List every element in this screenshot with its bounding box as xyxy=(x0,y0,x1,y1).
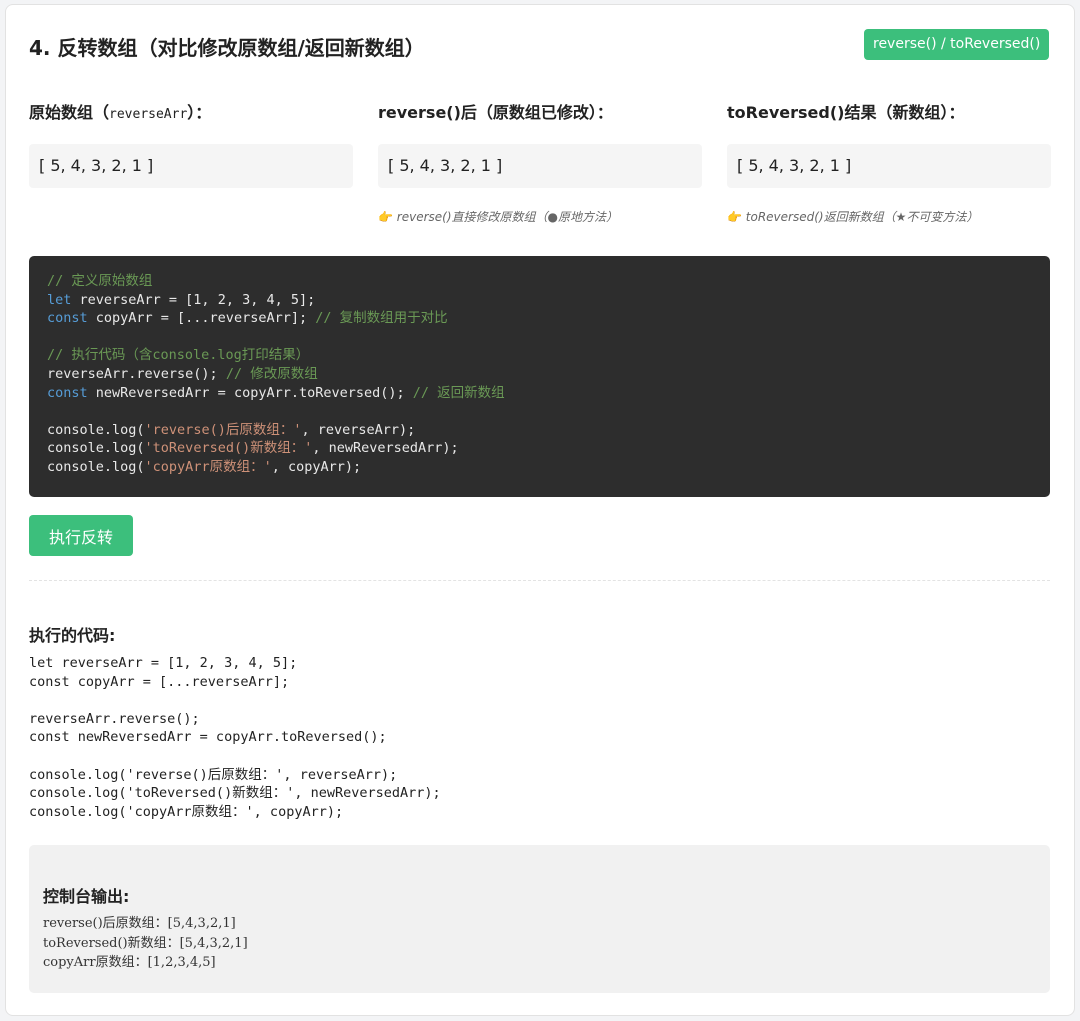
toreversed-result-label: toReversed()结果（新数组）： xyxy=(727,103,965,122)
code-line: reverseArr.reverse(); // 修改原数组 xyxy=(47,365,318,382)
console-line: reverse()后原数组：[5,4,3,2,1] xyxy=(43,916,236,931)
code-editor[interactable]: // 定义原始数组 let reverseArr = [1, 2, 3, 4, 5… xyxy=(29,256,1050,497)
console-output-panel: 控制台输出: reverse()后原数组：[5,4,3,2,1] toRevers… xyxy=(29,845,1050,993)
executed-code-line: const newReversedArr = copyArr.toReverse… xyxy=(29,729,387,746)
toreversed-result-column: toReversed()结果（新数组）： [ 5, 4, 3, 2, 1 ] 👉… xyxy=(727,99,1051,225)
executed-code-line: let reverseArr = [1, 2, 3, 4, 5]; xyxy=(29,655,298,671)
method-badge: reverse() / toReversed() xyxy=(864,29,1050,60)
reverse-result-value: [ 5, 4, 3, 2, 1 ] xyxy=(378,144,702,188)
reverse-note: 👉 reverse()直接修改原数组（●原地方法） xyxy=(378,210,618,224)
original-array-column: 原始数组（reverseArr）： [ 5, 4, 3, 2, 1 ] xyxy=(29,99,353,188)
console-line: copyArr原数组：[1,2,3,4,5] xyxy=(43,955,216,970)
console-line: toReversed()新数组：[5,4,3,2,1] xyxy=(43,935,248,951)
reverse-demo-card: 4. 反转数组（对比修改原数组/返回新数组） reverse() / toRev… xyxy=(5,4,1075,1016)
original-array-label: 原始数组（reverseArr）： xyxy=(29,103,212,122)
code-line: const copyArr = [...reverseArr]; // 复制数组… xyxy=(47,310,448,327)
code-line: console.log('copyArr原数组：', copyArr); xyxy=(47,458,362,475)
executed-code-block: let reverseArr = [1, 2, 3, 4, 5]; const c… xyxy=(29,654,441,821)
executed-code-line: console.log('toReversed()新数组：', newRever… xyxy=(29,785,441,802)
executed-code-line: console.log('copyArr原数组：', copyArr); xyxy=(29,803,344,820)
pointing-hand-icon: 👉 xyxy=(378,210,393,224)
executed-code-line: const copyArr = [...reverseArr]; xyxy=(29,673,290,690)
executed-code-line: reverseArr.reverse(); xyxy=(29,710,200,727)
toreversed-note: 👉 toReversed()返回新数组（★不可变方法） xyxy=(727,210,979,224)
reverse-result-column: reverse()后（原数组已修改）： [ 5, 4, 3, 2, 1 ] 👉 … xyxy=(378,99,702,225)
toreversed-result-value: [ 5, 4, 3, 2, 1 ] xyxy=(727,144,1051,188)
executed-code-line: console.log('reverse()后原数组：', reverseArr… xyxy=(29,766,398,783)
code-line: const newReversedArr = copyArr.toReverse… xyxy=(47,384,505,401)
console-output-lines: reverse()后原数组：[5,4,3,2,1] toReversed()新数组… xyxy=(43,914,248,973)
code-line: console.log('toReversed()新数组：', newRever… xyxy=(47,440,459,457)
section-divider xyxy=(29,580,1050,581)
section-title: 4. 反转数组（对比修改原数组/返回新数组） xyxy=(29,36,425,60)
console-output-title: 控制台输出: xyxy=(43,887,130,906)
code-line: // 定义原始数组 xyxy=(47,273,153,289)
pointing-hand-icon: 👉 xyxy=(727,210,742,224)
run-reverse-button[interactable]: 执行反转 xyxy=(29,515,133,556)
code-line: console.log('reverse()后原数组：', reverseArr… xyxy=(47,421,416,438)
code-line: // 执行代码（含console.log打印结果） xyxy=(47,347,310,364)
original-array-value: [ 5, 4, 3, 2, 1 ] xyxy=(29,144,353,188)
executed-code-title: 执行的代码: xyxy=(29,626,116,645)
reverse-result-label: reverse()后（原数组已修改）： xyxy=(378,103,613,122)
code-line: let reverseArr = [1, 2, 3, 4, 5]; xyxy=(47,291,316,308)
